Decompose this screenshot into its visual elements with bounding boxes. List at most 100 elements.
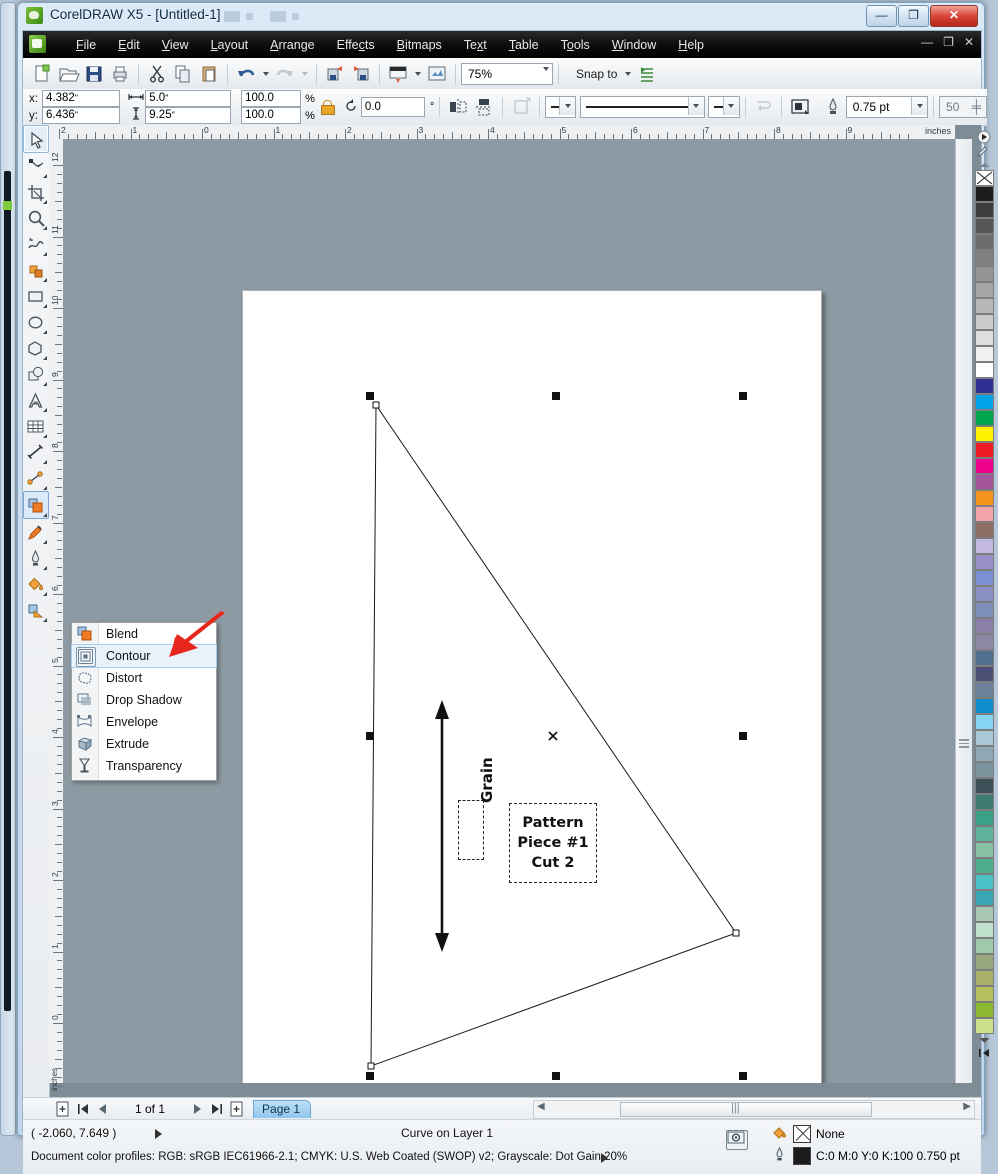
blend-effects-tool[interactable] (23, 491, 49, 519)
palette-swatch[interactable] (975, 570, 994, 586)
palette-swatch[interactable] (975, 1018, 994, 1034)
outline-pen-icon[interactable] (821, 95, 845, 119)
previous-page-icon[interactable] (94, 1100, 112, 1118)
options-icon[interactable] (635, 62, 659, 86)
menu-item-window[interactable]: Window (601, 34, 667, 56)
flyout-item-envelope[interactable]: Envelope (72, 711, 216, 733)
palette-swatch[interactable] (975, 746, 994, 762)
flyout-item-extrude[interactable]: Extrude (72, 733, 216, 755)
palette-eyedropper-icon[interactable] (975, 145, 996, 159)
zoom-tool[interactable] (24, 205, 48, 231)
smart-fill-tool[interactable] (24, 257, 48, 283)
outline-style-combobox[interactable] (579, 96, 705, 118)
mdi-restore-button[interactable]: ❐ (943, 35, 954, 49)
table-tool[interactable] (24, 413, 48, 439)
palette-bottom-controls[interactable] (975, 1034, 996, 1060)
docker-panel-collapsed[interactable] (955, 139, 972, 1083)
export-icon[interactable] (349, 62, 373, 86)
outline-tool[interactable] (24, 545, 48, 571)
menu-item-table[interactable]: Table (498, 34, 550, 56)
horizontal-ruler[interactable]: 2 1 0 1 2 3 4 5 6 7 8 9 inches (49, 125, 955, 140)
corel-online-icon[interactable] (425, 62, 449, 86)
page-tab-1[interactable]: Page 1 (253, 1100, 312, 1118)
y-position-input[interactable]: 6.436" (42, 107, 120, 124)
width-input[interactable]: 5.0" (145, 90, 232, 107)
undo-dropdown-icon[interactable] (259, 63, 272, 85)
outline-style-end-combobox[interactable] (707, 96, 740, 118)
color-eyedropper-tool[interactable] (24, 519, 48, 545)
last-page-icon[interactable] (208, 1100, 226, 1118)
palette-swatch[interactable] (975, 650, 994, 666)
rotation-input[interactable]: 0.0 (360, 97, 425, 117)
palette-swatch[interactable] (975, 954, 994, 970)
menu-item-help[interactable]: Help (667, 34, 715, 56)
lock-ratio-icon[interactable] (320, 99, 335, 115)
palette-swatch[interactable] (975, 266, 994, 282)
minimize-button[interactable]: — (866, 5, 897, 27)
text-wrap-offset-input[interactable]: 50 ╪ (939, 96, 988, 118)
palette-swatch[interactable] (975, 394, 994, 410)
fill-status-group[interactable]: None (771, 1124, 845, 1144)
grain-label-box[interactable]: Grain (458, 757, 496, 860)
snap-to-label[interactable]: Snap to (576, 67, 617, 81)
basic-shapes-tool[interactable] (24, 361, 48, 387)
palette-swatch[interactable] (975, 666, 994, 682)
wrap-paragraph-text-icon[interactable] (751, 95, 775, 119)
palette-swatch[interactable] (975, 458, 994, 474)
palette-swatch[interactable] (975, 794, 994, 810)
new-document-icon[interactable] (30, 62, 54, 86)
launcher-dropdown-icon[interactable] (411, 63, 424, 85)
menu-item-arrange[interactable]: Arrange (259, 34, 325, 56)
menu-item-view[interactable]: View (151, 34, 200, 56)
zoom-level-combobox[interactable]: 75% (461, 62, 553, 85)
mdi-close-button[interactable]: ✕ (964, 35, 974, 49)
palette-swatch[interactable] (975, 922, 994, 938)
palette-swatch[interactable] (975, 714, 994, 730)
palette-swatch[interactable] (975, 986, 994, 1002)
palette-swatch[interactable] (975, 410, 994, 426)
palette-swatch[interactable] (975, 506, 994, 522)
palette-swatch[interactable] (975, 330, 994, 346)
palette-scroll-down-icon[interactable] (975, 1034, 996, 1047)
save-document-icon[interactable] (82, 62, 106, 86)
palette-swatch[interactable] (975, 202, 994, 218)
palette-swatch[interactable] (975, 938, 994, 954)
palette-scroll-prev-icon[interactable] (975, 159, 996, 170)
palette-swatch[interactable] (975, 314, 994, 330)
palette-swatch[interactable] (975, 762, 994, 778)
add-page-before-icon[interactable] (54, 1100, 72, 1118)
menu-item-file[interactable]: File (65, 34, 107, 56)
text-tool[interactable] (24, 387, 48, 413)
palette-swatch[interactable] (975, 298, 994, 314)
vertical-ruler[interactable]: 12 11 10 9 8 7 6 5 4 3 2 1 0 inches (49, 139, 64, 1091)
status-expand-icon[interactable] (155, 1129, 162, 1139)
outline-style-start-combobox[interactable] (544, 96, 577, 118)
mdi-minimize-button[interactable]: — (921, 35, 933, 49)
canvas-horizontal-scrollbar[interactable]: ||| ◀ ▶ (533, 1100, 975, 1119)
palette-swatch[interactable] (975, 906, 994, 922)
palette-swatch[interactable] (975, 378, 994, 394)
shape-tool[interactable] (24, 153, 48, 179)
redo-dropdown-icon[interactable] (298, 63, 311, 85)
palette-swatch[interactable] (975, 218, 994, 234)
document-menu-icon[interactable] (29, 35, 46, 53)
palette-swatch[interactable] (975, 618, 994, 634)
cut-icon[interactable] (145, 62, 169, 86)
close-button[interactable]: ✕ (930, 5, 978, 27)
rectangle-tool[interactable] (24, 283, 48, 309)
palette-swatch[interactable] (975, 186, 994, 202)
palette-swatch[interactable] (975, 426, 994, 442)
color-proof-icon[interactable] (726, 1130, 748, 1150)
horizontal-scroll-thumb[interactable]: ||| (620, 1102, 872, 1117)
add-page-after-icon[interactable] (228, 1100, 246, 1118)
scale-vertical-input[interactable]: 100.0 (241, 107, 302, 124)
scale-horizontal-input[interactable]: 100.0 (241, 90, 302, 107)
palette-swatch[interactable] (975, 874, 994, 890)
palette-swatch[interactable] (975, 970, 994, 986)
maximize-button[interactable]: ❐ (898, 5, 929, 27)
menu-item-tools[interactable]: Tools (550, 34, 601, 56)
color-palette[interactable] (975, 130, 996, 1060)
palette-swatch[interactable] (975, 826, 994, 842)
first-page-icon[interactable] (74, 1100, 92, 1118)
palette-swatch[interactable] (975, 890, 994, 906)
